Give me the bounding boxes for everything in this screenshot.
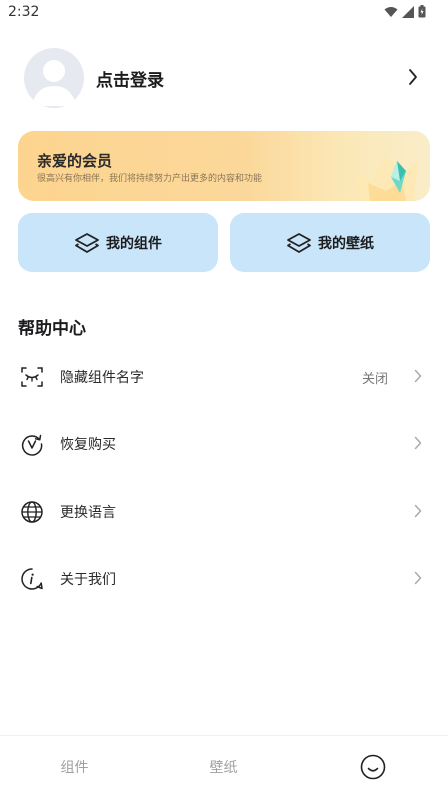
signal-icon [402,5,414,18]
tab-widgets[interactable]: 组件 [0,736,149,796]
chevron-right-icon [414,369,422,383]
chevron-right-icon [414,504,422,518]
menu-item-change-language[interactable]: 更换语言 [0,484,448,540]
menu-item-hide-widget-name[interactable]: 隐藏组件名字 关闭 [0,349,448,405]
tab-wallpapers-label: 壁纸 [209,759,238,776]
help-center-title: 帮助中心 [18,319,86,339]
chevron-right-icon [414,436,422,450]
wifi-icon [384,6,398,17]
smiley-icon [360,754,385,779]
menu-label: 隐藏组件名字 [60,370,144,386]
globe-icon [21,501,43,523]
default-avatar-icon [32,60,76,106]
menu-label: 关于我们 [60,572,116,588]
chevron-right-icon [414,571,422,585]
status-bar: 2:32 [0,0,448,26]
vip-title: 亲爱的会员 [37,152,113,170]
bottom-tab-bar: 组件 壁纸 [0,735,448,796]
chevron-right-icon [409,69,417,85]
eye-closed-icon [21,367,43,387]
vip-crown-icon [354,155,418,201]
login-label[interactable]: 点击登录 [96,66,164,91]
my-widgets-button[interactable]: 我的组件 [18,213,218,272]
layers-icon [287,232,311,253]
info-icon [21,568,43,590]
status-icons [384,5,426,18]
tab-wallpapers[interactable]: 壁纸 [149,736,298,796]
tab-profile[interactable] [298,736,447,796]
layers-icon [75,232,99,253]
avatar[interactable] [24,48,84,108]
menu-label: 更换语言 [60,505,116,521]
profile-login-row[interactable]: 点击登录 [0,40,448,116]
vip-card[interactable]: 亲爱的会员 很高兴有你相伴，我们将持续努力产出更多的内容和功能 [18,131,430,201]
my-wallpapers-label: 我的壁纸 [318,235,374,252]
my-wallpapers-button[interactable]: 我的壁纸 [230,213,430,272]
tab-widgets-label: 组件 [60,759,89,776]
menu-item-about-us[interactable]: 关于我们 [0,551,448,607]
status-time: 2:32 [8,4,40,20]
restore-icon [21,434,43,456]
menu-value: 关闭 [361,372,388,387]
menu-item-restore-purchase[interactable]: 恢复购买 [0,416,448,472]
my-widgets-label: 我的组件 [106,235,162,252]
vip-subtitle: 很高兴有你相伴，我们将持续努力产出更多的内容和功能 [37,174,263,184]
menu-label: 恢复购买 [60,437,116,453]
battery-icon [418,5,426,18]
